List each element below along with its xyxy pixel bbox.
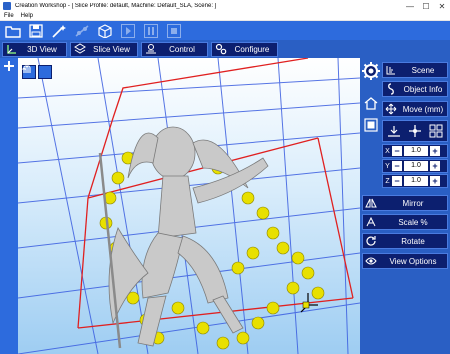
move-label: Move (mm): [402, 104, 444, 114]
tab-control[interactable]: Control: [141, 41, 208, 57]
maximize-button[interactable]: ☐: [418, 0, 434, 12]
3d-view-icon: [5, 43, 19, 56]
axis-y-label: Y: [385, 162, 390, 170]
tab-3d-view[interactable]: 3D View: [2, 41, 67, 57]
home-icon[interactable]: [361, 94, 381, 112]
scene-label: Scene: [411, 65, 435, 75]
axis-x-label: X: [385, 147, 390, 155]
gear-icon[interactable]: [360, 60, 382, 82]
object-info-icon: [383, 82, 399, 96]
drop-to-plate-icon[interactable]: [386, 123, 402, 139]
y-plus-button[interactable]: +: [430, 161, 440, 171]
scene-icon: [383, 63, 399, 77]
connect-icon[interactable]: [73, 23, 91, 39]
support-structures: [99, 151, 325, 350]
add-icon[interactable]: [3, 60, 15, 72]
scale-button[interactable]: Scale %: [362, 214, 448, 230]
wand-icon[interactable]: [50, 23, 68, 39]
view-options-button[interactable]: View Options: [362, 253, 448, 269]
open-folder-icon[interactable]: [4, 23, 22, 39]
mirror-icon: [363, 196, 379, 210]
redo-button[interactable]: [25, 65, 52, 79]
z-minus-button[interactable]: −: [392, 176, 402, 186]
move-arrows-icon: [383, 102, 399, 116]
play-icon[interactable]: [119, 23, 137, 39]
view-3d-box-icon[interactable]: [96, 23, 114, 39]
view-box-icon[interactable]: [361, 116, 381, 134]
pause-icon[interactable]: [142, 23, 160, 39]
window-title: Creation Workshop - [ Slice Profile: def…: [15, 3, 217, 9]
move-tools: [382, 120, 448, 142]
view-options-label: View Options: [389, 256, 437, 266]
x-minus-button[interactable]: −: [392, 146, 402, 156]
rotate-button[interactable]: Rotate: [362, 233, 448, 249]
tab-control-label: Control: [169, 44, 195, 54]
scale-icon: [363, 215, 379, 229]
tab-bar: 3D View Slice View Control Configure: [0, 40, 450, 58]
x-plus-button[interactable]: +: [430, 146, 440, 156]
scene-button[interactable]: Scene: [382, 62, 448, 78]
center-object-icon[interactable]: [407, 123, 423, 139]
rotate-label: Rotate: [401, 236, 425, 246]
mirror-label: Mirror: [402, 198, 424, 208]
rotate-icon: [363, 234, 379, 248]
stop-icon[interactable]: [165, 23, 183, 39]
scale-label: Scale %: [398, 217, 428, 227]
axis-row-x: X − 1.0 +: [382, 144, 448, 158]
axis-z-label: Z: [385, 177, 390, 185]
save-icon[interactable]: [27, 23, 45, 39]
right-panel: Scene Object Info Move (mm) X − 1.0 + Y …: [360, 58, 450, 354]
y-step-input[interactable]: 1.0: [404, 161, 428, 171]
title-bar: Creation Workshop - [ Slice Profile: def…: [0, 0, 450, 12]
axis-row-z: Z − 1.0 +: [382, 174, 448, 188]
minimize-button[interactable]: —: [402, 0, 418, 12]
control-icon: [144, 43, 158, 56]
x-step-input[interactable]: 1.0: [404, 146, 428, 156]
object-info-label: Object Info: [403, 84, 443, 94]
undo-redo-group: [22, 65, 54, 79]
object-info-button[interactable]: Object Info: [382, 81, 448, 97]
menu-help[interactable]: Help: [21, 13, 33, 19]
toolbar: [0, 21, 450, 40]
y-minus-button[interactable]: −: [392, 161, 402, 171]
arrange-grid-icon[interactable]: [428, 123, 444, 139]
tab-3d-view-label: 3D View: [27, 44, 57, 54]
menu-file[interactable]: File: [4, 13, 14, 19]
menu-bar: File Help: [0, 12, 450, 21]
3d-viewport[interactable]: [18, 58, 360, 354]
slice-view-icon: [73, 43, 87, 56]
configure-icon: [214, 43, 228, 56]
z-plus-button[interactable]: +: [430, 176, 440, 186]
scene-render: [18, 58, 360, 354]
axis-row-y: Y − 1.0 +: [382, 159, 448, 173]
close-button[interactable]: ✕: [434, 0, 450, 12]
tab-slice-view-label: Slice View: [93, 44, 130, 54]
tab-configure[interactable]: Configure: [211, 41, 278, 57]
app-icon: [3, 2, 11, 10]
mirror-button[interactable]: Mirror: [362, 195, 448, 211]
move-button[interactable]: Move (mm): [382, 101, 448, 117]
z-step-input[interactable]: 1.0: [404, 176, 428, 186]
left-strip: [0, 58, 18, 354]
eye-icon: [363, 254, 379, 268]
tab-configure-label: Configure: [234, 44, 270, 54]
tab-slice-view[interactable]: Slice View: [70, 41, 138, 57]
